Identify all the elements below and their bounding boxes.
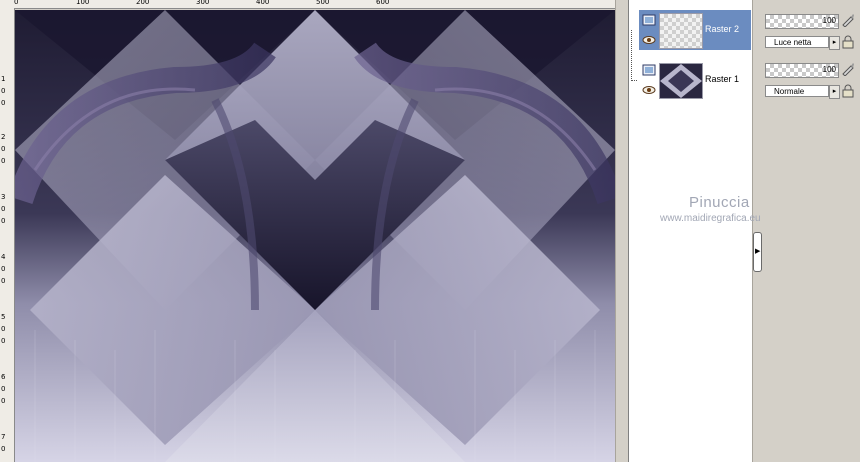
watermark-title: Pinuccia [689,194,750,211]
lock-icon[interactable] [841,35,855,49]
ruler-label: 0 [1,87,6,95]
ruler-label: 2 [1,133,6,141]
ruler-label: 0 [1,397,6,405]
layer-row-raster-2[interactable]: Raster 2 [639,10,751,50]
lock-icon[interactable] [841,84,855,98]
ruler-label: 5 [1,313,6,321]
ruler-label: 6 [1,373,6,381]
layer-group-bracket [631,30,637,81]
opacity-value: 100 [822,16,836,25]
ruler-label: 0 [1,445,6,453]
layer-properties-panel: 100 Luce netta ▸ 100 Normale ▸ [762,0,860,462]
ruler-label: 0 [1,145,6,153]
ruler-label: 3 [1,193,6,201]
vertical-ruler: 1 0 0 2 0 0 3 0 0 4 0 0 5 0 0 6 0 0 7 0 [0,8,15,462]
ruler-label: 0 [1,325,6,333]
ruler-label: 4 [1,253,6,261]
opacity-value: 100 [822,65,836,74]
ruler-label: 500 [316,0,330,6]
blend-mode-value: Luce netta [774,38,812,47]
blend-mode-select-raster-2[interactable]: Luce netta [765,36,829,48]
ruler-label: 0 [1,265,6,273]
ruler-label: 200 [136,0,150,6]
watermark-url: www.maidiregrafica.eu [660,213,761,224]
ruler-label: 400 [256,0,270,6]
layers-panel: Raster 2 Raster 1 [628,0,753,462]
blend-mode-dropdown-arrow[interactable]: ▸ [829,36,840,50]
ruler-label: 0 [1,157,6,165]
blend-mode-value: Normale [774,87,805,96]
ruler-label: 0 [14,0,19,6]
opacity-field-raster-2[interactable]: 100 [765,14,839,29]
ruler-label: 300 [196,0,210,6]
layer-thumbnail [659,13,703,49]
brush-icon[interactable] [841,13,855,27]
eye-icon[interactable] [642,84,656,96]
ruler-label: 100 [76,0,90,6]
layer-thumbnail [659,63,703,99]
blend-mode-dropdown-arrow[interactable]: ▸ [829,85,840,99]
ruler-label: 0 [1,337,6,345]
ruler-label: 0 [1,277,6,285]
ruler-label: 0 [1,217,6,225]
ruler-label: 600 [376,0,390,6]
ruler-label: 0 [1,205,6,213]
horizontal-ruler: 0 100 200 300 400 500 600 [0,0,620,9]
eye-icon[interactable] [642,34,656,46]
ruler-label: 1 [1,75,6,83]
ruler-label: 7 [1,433,6,441]
layer-row-raster-1[interactable]: Raster 1 [639,60,751,100]
expand-arrow-icon[interactable]: ▶ [755,248,760,255]
ruler-label: 0 [1,385,6,393]
canvas-artwork [15,10,615,462]
opacity-field-raster-1[interactable]: 100 [765,63,839,78]
layer-name: Raster 1 [705,74,740,84]
brush-icon[interactable] [841,62,855,76]
ruler-label: 0 [1,99,6,107]
image-canvas[interactable] [15,10,615,462]
layer-raster-icon[interactable] [642,14,656,26]
layer-raster-icon[interactable] [642,64,656,76]
canvas-gutter [615,0,628,462]
blend-mode-select-raster-1[interactable]: Normale [765,85,829,97]
layer-name: Raster 2 [705,24,740,34]
